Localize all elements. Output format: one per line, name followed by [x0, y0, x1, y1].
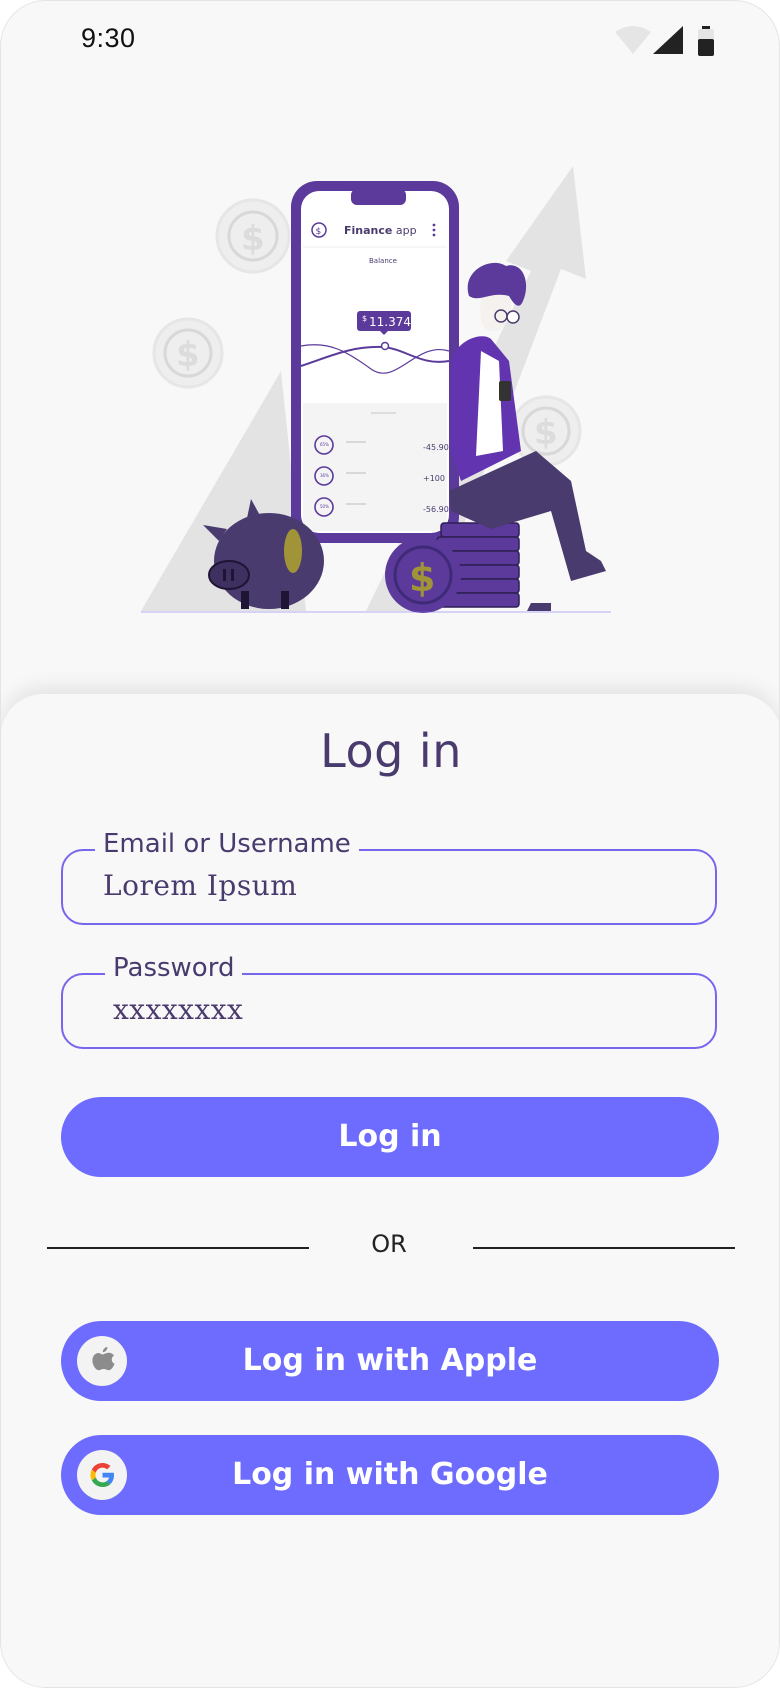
wifi-icon — [615, 26, 651, 58]
ring-label-3: 50% — [320, 504, 329, 509]
divider-or: OR — [371, 1230, 407, 1258]
google-login-button[interactable]: Log in with Google — [61, 1435, 719, 1515]
svg-text:$: $ — [316, 227, 322, 237]
email-field[interactable]: Email or Username Lorem Ipsum — [61, 829, 717, 925]
card-title-bold: Finance — [344, 224, 392, 237]
password-field[interactable]: Password xxxxxxxx — [61, 953, 717, 1049]
password-label: Password — [105, 953, 243, 983]
apple-login-label: Log in with Apple — [242, 1343, 538, 1378]
balance-label: Balance — [369, 257, 397, 265]
signal-icon — [653, 26, 683, 58]
apple-login-button[interactable]: Log in with Apple — [61, 1321, 719, 1401]
google-login-label: Log in with Google — [232, 1457, 548, 1492]
email-value: Lorem Ipsum — [103, 869, 298, 902]
transaction-1: -45.90 — [423, 443, 449, 452]
divider-line-left — [47, 1247, 309, 1249]
ring-label-2: 36% — [320, 473, 329, 478]
divider-line-right — [473, 1247, 735, 1249]
card-title-rest: app — [396, 224, 417, 237]
transaction-2: +100 — [423, 474, 445, 483]
svg-text:$: $ — [241, 219, 265, 259]
svg-text:$: $ — [176, 335, 200, 375]
login-sheet: Log in Email or Username Lorem Ipsum Pas… — [1, 694, 779, 1687]
ring-label-1: 65% — [320, 442, 329, 447]
balance-amount: 11.374 — [369, 315, 411, 329]
page-title: Log in — [320, 724, 462, 778]
password-value: xxxxxxxx — [113, 993, 244, 1026]
email-label: Email or Username — [95, 829, 359, 859]
device-frame: 9:30 $ $ $ $ Finance app Balance $ 11.37… — [0, 0, 780, 1688]
finance-illustration: $ $ $ $ Finance app Balance $ 11.374 65% 36… — [131, 151, 651, 621]
svg-text:$: $ — [534, 413, 558, 453]
login-button-label: Log in — [338, 1119, 442, 1154]
currency-symbol: $ — [362, 314, 367, 323]
status-icons — [615, 26, 725, 56]
status-bar: 9:30 — [1, 1, 779, 81]
transaction-3: -56.90 — [423, 505, 449, 514]
status-time: 9:30 — [81, 23, 136, 53]
svg-text:$: $ — [409, 556, 435, 600]
login-button[interactable]: Log in — [61, 1097, 719, 1177]
svg-text:Finance app: Finance app — [344, 224, 417, 237]
battery-icon — [697, 26, 715, 60]
